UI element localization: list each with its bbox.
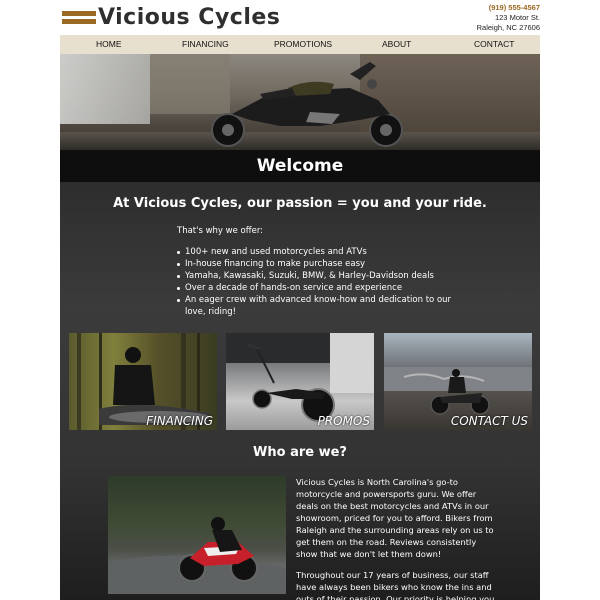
welcome-banner: Welcome [60, 150, 540, 182]
tile-label-financing: FINANCING [146, 414, 213, 428]
site-header: Vicious Cycles (919) 555-4567 123 Motor … [0, 0, 600, 35]
list-item: 100+ new and used motorcycles and ATVs [176, 246, 456, 258]
tagline: At Vicious Cycles, our passion = you and… [113, 196, 487, 211]
motorcycle-illustration [211, 62, 403, 147]
tile-label-promos: PROMOS [317, 414, 370, 428]
list-item: Yamaha, Kawasaki, Suzuki, BMW, & Harley-… [176, 270, 456, 282]
red-motorcycle-photo [108, 517, 286, 594]
contact-tile[interactable]: CONTACT US [384, 333, 532, 430]
about-text: Vicious Cycles is North Carolina's go-to… [296, 476, 496, 600]
about-paragraph-2: Throughout our 17 years of business, our… [296, 570, 495, 600]
about-paragraph-1: Vicious Cycles is North Carolina's go-to… [296, 477, 494, 559]
about-photo [108, 476, 286, 594]
offer-intro: That's why we offer: [177, 226, 264, 236]
welcome-title: Welcome [256, 156, 344, 176]
main-nav: HOME FINANCING PROMOTIONS ABOUT CONTACT [60, 35, 540, 54]
brand-name: Vicious Cycles [98, 5, 281, 30]
list-item: Over a decade of hands-on service and ex… [176, 282, 456, 294]
list-item: An eager crew with advanced know-how and… [176, 294, 456, 318]
nav-contact[interactable]: CONTACT [474, 35, 514, 54]
offer-list: 100+ new and used motorcycles and ATVs I… [176, 246, 456, 318]
nav-promotions[interactable]: PROMOTIONS [274, 35, 332, 54]
logo-stripes-icon [62, 9, 96, 27]
nav-about[interactable]: ABOUT [382, 35, 411, 54]
promos-tile[interactable]: PROMOS [226, 333, 374, 430]
financing-tile[interactable]: FINANCING [69, 333, 217, 430]
list-item: In-house financing to make purchase easy [176, 258, 456, 270]
hero-image [60, 54, 540, 150]
logo[interactable]: Vicious Cycles [62, 6, 280, 30]
tile-label-contact: CONTACT US [450, 414, 528, 428]
nav-financing[interactable]: FINANCING [182, 35, 229, 54]
page: Vicious Cycles (919) 555-4567 123 Motor … [0, 0, 600, 600]
contact-info: (919) 555-4567 123 Motor St. Raleigh, NC… [477, 3, 540, 33]
nav-home[interactable]: HOME [96, 35, 122, 54]
address-line-1: 123 Motor St. [494, 13, 540, 22]
address-line-2: Raleigh, NC 27606 [476, 23, 540, 32]
phone-number[interactable]: (919) 555-4567 [477, 3, 540, 13]
about-heading: Who are we? [253, 445, 347, 460]
